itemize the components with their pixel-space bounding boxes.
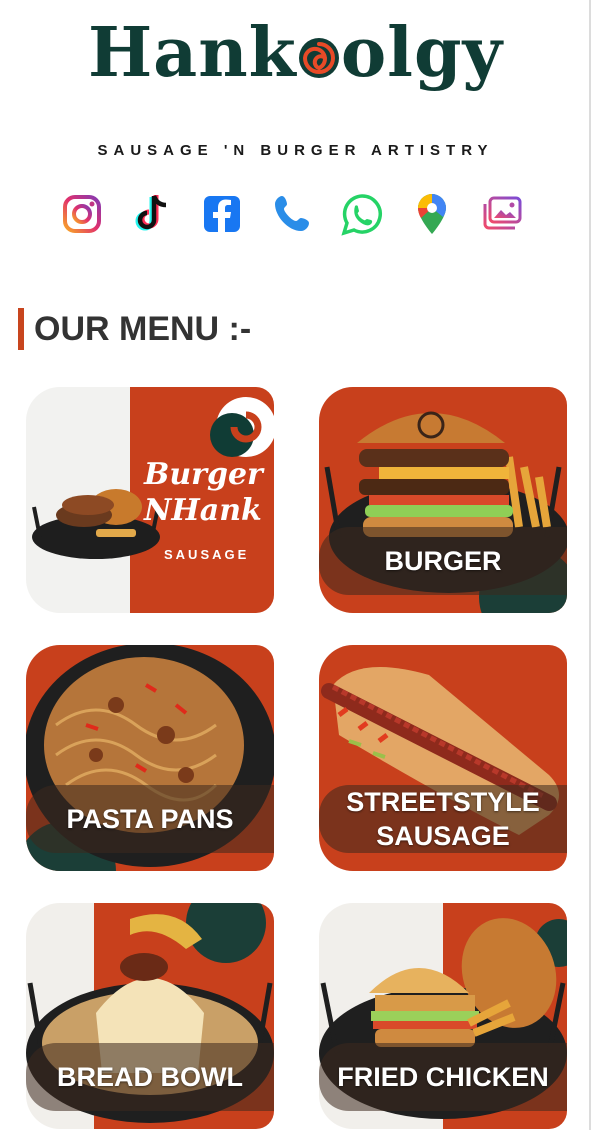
logo-text-start: Hank [87,13,297,93]
gallery-icon[interactable] [480,192,524,236]
tiktok-icon[interactable] [130,192,174,236]
map-pin-icon[interactable] [410,192,454,236]
card-label: FRIED CHICKEN [319,1043,567,1111]
instagram-icon[interactable] [60,192,104,236]
feature-card-title: Burger NHank [144,457,263,528]
card-label-text: STREETSTYLE SAUSAGE [346,787,540,851]
card-label-text: BURGER [384,546,502,576]
card-label-text: BREAD BOWL [57,1062,243,1092]
card-label: STREETSTYLE SAUSAGE [319,785,567,853]
logo-text-end: olgy [340,13,504,93]
facebook-icon[interactable] [200,192,244,236]
menu-card-burger[interactable]: BURGER [319,387,567,613]
phone-icon[interactable] [270,192,314,236]
brand-logo[interactable]: Hank olgy [0,8,591,98]
brand-tagline: SAUSAGE 'N BURGER ARTISTRY [97,142,494,159]
card-label: PASTA PANS [26,785,274,853]
menu-card-fried-chicken[interactable]: FRIED CHICKEN [319,903,567,1129]
card-label-text: PASTA PANS [66,804,234,834]
card-label: BURGER [319,527,567,595]
card-label-text: FRIED CHICKEN [337,1062,549,1092]
logo-spiral-icon [298,38,339,78]
menu-card-bread-bowl[interactable]: BREAD BOWL [26,903,274,1129]
menu-heading: OUR MENU :- [18,308,251,350]
menu-card-burger-n-hank[interactable]: Burger NHank SAUSAGE [26,387,274,613]
menu-card-streetstyle-sausage[interactable]: STREETSTYLE SAUSAGE [319,645,567,871]
whatsapp-icon[interactable] [340,192,384,236]
menu-card-pasta-pans[interactable]: PASTA PANS [26,645,274,871]
social-links [58,192,538,240]
card-label: BREAD BOWL [26,1043,274,1111]
menu-heading-text: OUR MENU :- [34,309,252,348]
heading-accent-bar [18,308,24,350]
feature-card-subtitle: SAUSAGE [164,547,250,562]
